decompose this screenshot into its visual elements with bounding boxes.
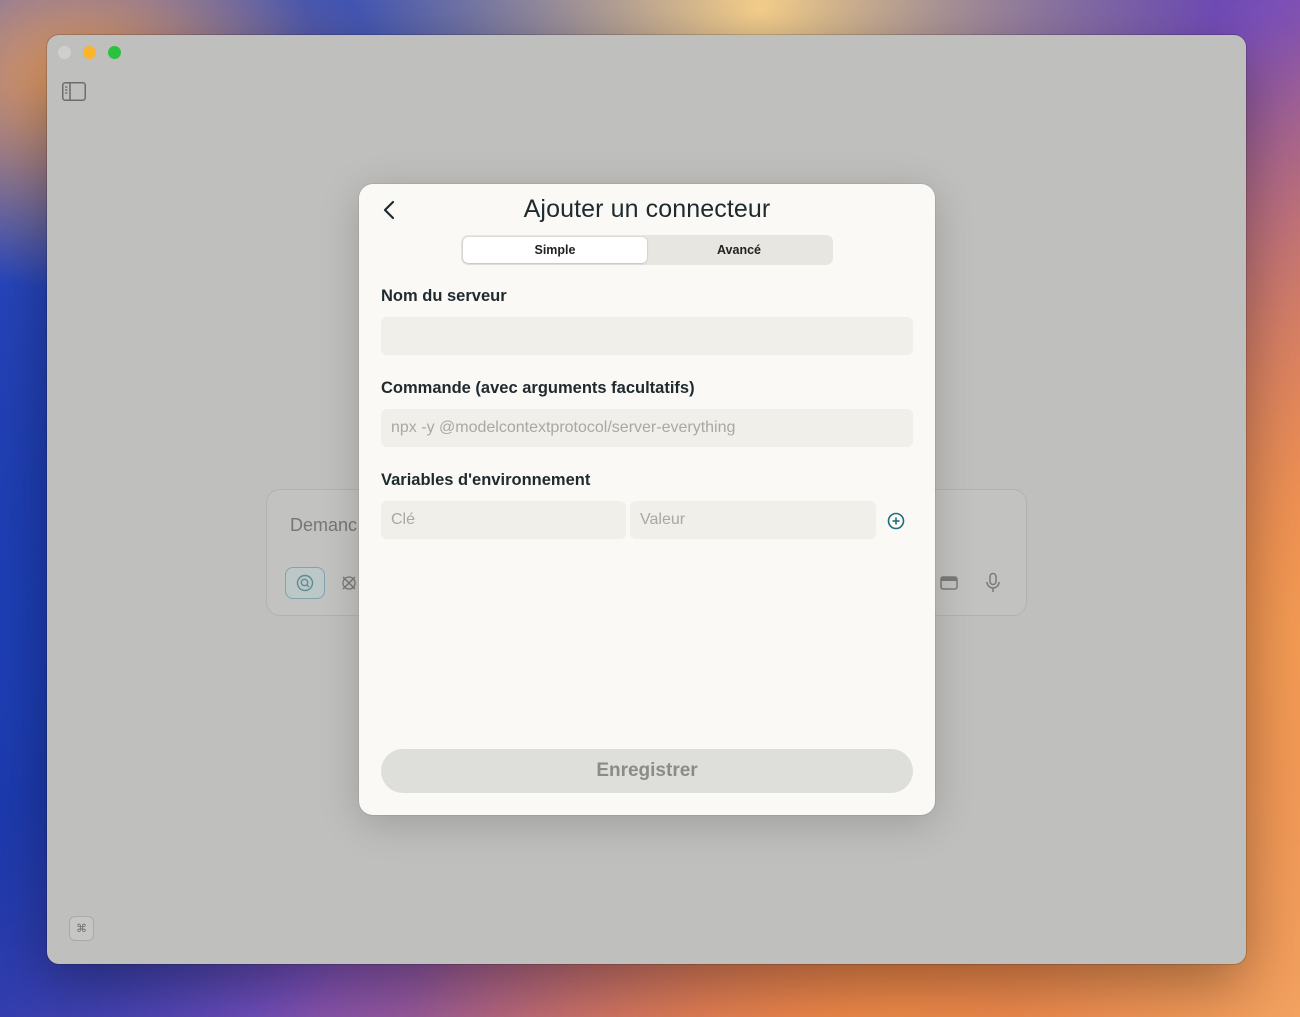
command-label: Commande (avec arguments facultatifs) xyxy=(381,379,695,397)
sidebar-toggle-icon[interactable] xyxy=(62,82,86,101)
maximize-window-button[interactable] xyxy=(108,46,121,59)
server-name-input[interactable] xyxy=(381,317,913,355)
command-shortcut-button[interactable]: ⌘ xyxy=(69,916,94,941)
tab-simple[interactable]: Simple xyxy=(463,237,647,263)
add-env-variable-button[interactable] xyxy=(886,511,906,531)
command-input[interactable] xyxy=(381,409,913,447)
env-value-input[interactable] xyxy=(630,501,876,539)
voice-input-button[interactable] xyxy=(973,567,1013,599)
browser-window-icon xyxy=(940,576,958,590)
search-icon xyxy=(296,574,314,592)
mode-segmented-control: Simple Avancé xyxy=(461,235,833,265)
microphone-icon xyxy=(986,572,1000,592)
env-variables-label: Variables d'environnement xyxy=(381,471,591,489)
browser-button[interactable] xyxy=(929,567,969,599)
dialog-title: Ajouter un connecteur xyxy=(523,195,771,223)
command-key-icon: ⌘ xyxy=(76,923,87,935)
research-button[interactable] xyxy=(285,567,325,599)
server-name-label: Nom du serveur xyxy=(381,287,507,305)
minimize-window-button[interactable] xyxy=(83,46,96,59)
add-connector-dialog: Ajouter un connecteur Simple Avancé Nom … xyxy=(359,184,935,815)
tab-advanced[interactable]: Avancé xyxy=(647,237,831,263)
save-button[interactable]: Enregistrer xyxy=(381,749,913,793)
close-window-button[interactable] xyxy=(58,46,71,59)
env-key-input[interactable] xyxy=(381,501,626,539)
traffic-lights xyxy=(58,46,121,59)
tools-icon xyxy=(342,576,356,590)
composer-placeholder[interactable]: Demanc xyxy=(290,515,357,536)
plus-circle-icon xyxy=(887,512,905,530)
